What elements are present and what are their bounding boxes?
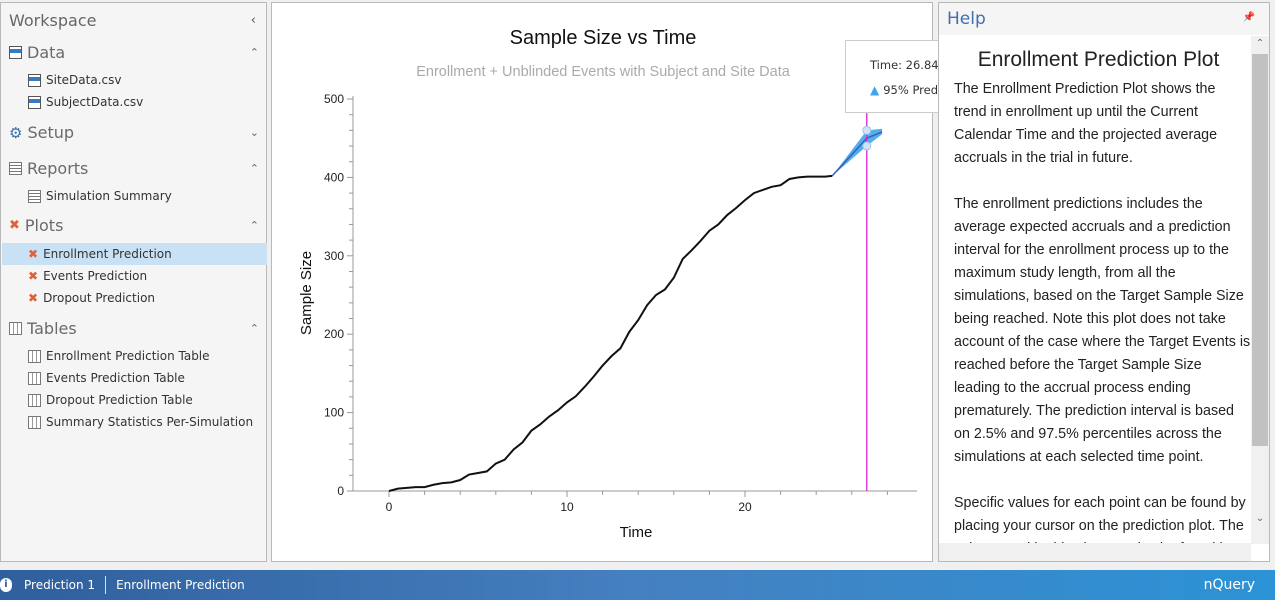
sidebar-item-enrollment-prediction[interactable]: ✖ Enrollment Prediction <box>2 243 267 265</box>
table-icon <box>28 371 41 385</box>
chart-title: Sample Size vs Time <box>510 27 697 49</box>
section-setup[interactable]: ⚙ Setup ⌄ <box>9 123 261 142</box>
section-label: Tables <box>27 319 77 338</box>
help-paragraph: Specific values for each point can be fo… <box>954 495 1246 544</box>
item-label: Dropout Prediction Table <box>46 393 193 407</box>
x-axis-label: Time <box>620 524 653 541</box>
table-icon <box>9 322 22 335</box>
y-axis-label: Sample Size <box>298 251 315 335</box>
table-icon <box>28 393 41 407</box>
plot-icon: ✖ <box>28 291 39 305</box>
help-title: Help <box>947 9 986 29</box>
report-icon <box>28 189 41 203</box>
item-label: Events Prediction <box>43 269 148 283</box>
chart-subtitle: Enrollment + Unblinded Events with Subje… <box>416 64 791 80</box>
scroll-down-icon[interactable]: ⌄ <box>1251 513 1269 524</box>
observed-enrollment-line <box>388 174 833 492</box>
sidebar-item-events-table[interactable]: Events Prediction Table <box>2 367 267 389</box>
plot-icon: ✖ <box>28 269 39 283</box>
item-label: Dropout Prediction <box>43 291 156 305</box>
item-label: SiteData.csv <box>46 73 122 87</box>
help-panel: Help 📌 Enrollment Prediction Plot The Enr… <box>938 2 1270 562</box>
item-label: Summary Statistics Per-Simulation <box>46 415 254 429</box>
help-heading: Enrollment Prediction Plot <box>977 48 1220 71</box>
x-tick-label: 20 <box>738 500 752 514</box>
y-tick-label: 400 <box>324 170 344 184</box>
section-data[interactable]: Data ⌃ <box>9 43 261 62</box>
divider <box>105 576 107 594</box>
help-vertical-scrollbar[interactable]: ⌃ ⌄ <box>1251 36 1269 544</box>
table-icon <box>28 349 41 363</box>
pin-icon[interactable]: 📌 <box>1243 12 1255 23</box>
gear-icon: ⚙ <box>9 123 23 142</box>
chevron-up-icon[interactable]: ⌃ <box>250 162 259 175</box>
y-tick-label: 100 <box>324 406 344 420</box>
interval-marker-icon: ▲ <box>870 83 880 97</box>
item-label: Enrollment Prediction <box>43 247 172 261</box>
chevron-down-icon[interactable]: ⌄ <box>250 126 259 139</box>
chevron-up-icon[interactable]: ⌃ <box>250 219 259 232</box>
help-paragraph: The enrollment predictions includes the … <box>954 196 1251 465</box>
upper-bound-marker <box>862 125 872 135</box>
sidebar-item-summary-stats[interactable]: Summary Statistics Per-Simulation <box>2 411 267 433</box>
y-tick-label: 200 <box>324 327 344 341</box>
section-tables[interactable]: Tables ⌃ <box>9 319 261 338</box>
y-tick-label: 300 <box>324 249 344 263</box>
sidebar-item-events-prediction[interactable]: ✖ Events Prediction <box>2 265 267 287</box>
sidebar-item-sitedata[interactable]: SiteData.csv <box>2 69 267 91</box>
lower-bound-marker <box>862 141 872 151</box>
sidebar-item-simulation-summary[interactable]: Simulation Summary <box>2 185 267 207</box>
plot-icon: ✖ <box>9 218 20 233</box>
workspace-title: Workspace <box>9 11 97 30</box>
csv-file-icon <box>28 95 41 109</box>
x-tick-label: 10 <box>560 500 574 514</box>
section-label: Plots <box>24 216 64 235</box>
plot-icon: ✖ <box>28 247 39 261</box>
csv-file-icon <box>28 73 41 87</box>
csv-icon <box>9 46 22 59</box>
section-plots[interactable]: ✖ Plots ⌃ <box>9 216 261 235</box>
sidebar-item-enrollment-table[interactable]: Enrollment Prediction Table <box>2 345 267 367</box>
table-icon <box>28 415 41 429</box>
help-horizontal-scrollbar[interactable] <box>939 543 1251 561</box>
enrollment-chart[interactable]: Sample Size vs Time Enrollment + Unblind… <box>272 3 934 563</box>
section-label: Reports <box>27 159 89 178</box>
section-label: Setup <box>27 123 75 142</box>
scroll-thumb[interactable] <box>1252 54 1268 446</box>
y-tick-label: 500 <box>324 92 344 106</box>
nquery-logo: nQuery <box>1203 577 1255 593</box>
scroll-up-icon[interactable]: ⌃ <box>1251 38 1269 49</box>
sidebar-item-subjectdata[interactable]: SubjectData.csv <box>2 91 267 113</box>
sidebar-item-dropout-table[interactable]: Dropout Prediction Table <box>2 389 267 411</box>
item-label: Enrollment Prediction Table <box>46 349 210 363</box>
help-paragraph: The Enrollment Prediction Plot shows the… <box>954 81 1218 166</box>
section-reports[interactable]: Reports ⌃ <box>9 159 261 178</box>
status-bar: i Prediction 1 Enrollment Prediction nQu… <box>0 570 1275 600</box>
chart-panel[interactable]: Sample Size vs Time Enrollment + Unblind… <box>271 2 933 562</box>
item-label: Simulation Summary <box>46 189 172 203</box>
status-project: Prediction 1 <box>24 578 96 592</box>
chevron-up-icon[interactable]: ⌃ <box>250 322 259 335</box>
collapse-panel-button[interactable]: ‹ <box>251 13 256 28</box>
workspace-panel: Workspace ‹ Data ⌃ SiteData.csv SubjectDa… <box>0 2 267 562</box>
x-tick-label: 0 <box>386 500 393 514</box>
status-view: Enrollment Prediction <box>116 578 245 592</box>
item-label: Events Prediction Table <box>46 371 185 385</box>
sidebar-item-dropout-prediction[interactable]: ✖ Dropout Prediction <box>2 287 267 309</box>
info-icon[interactable]: i <box>0 578 12 592</box>
section-label: Data <box>27 43 66 62</box>
help-content: Enrollment Prediction Plot The Enrollmen… <box>939 36 1251 544</box>
chevron-up-icon[interactable]: ⌃ <box>250 46 259 59</box>
report-icon <box>9 162 22 175</box>
y-tick-label: 0 <box>337 484 344 498</box>
item-label: SubjectData.csv <box>46 95 144 109</box>
